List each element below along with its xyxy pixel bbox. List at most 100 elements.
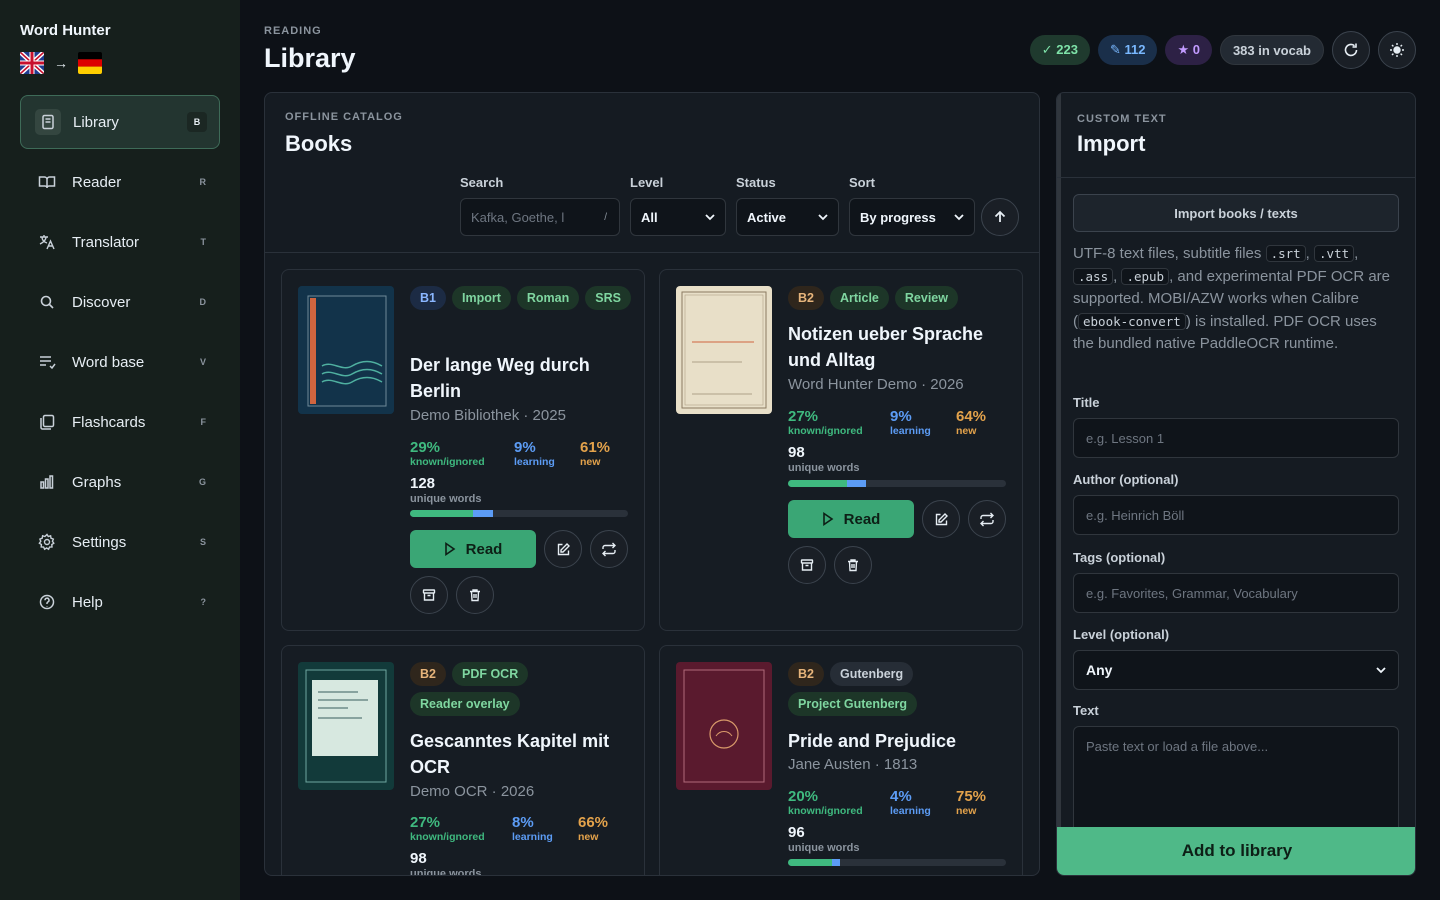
sort-value: By progress bbox=[860, 209, 936, 225]
search-placeholder: Kafka, Goethe, l bbox=[471, 209, 565, 225]
theme-toggle-button[interactable] bbox=[1378, 31, 1416, 69]
add-to-library-button[interactable]: Add to library bbox=[1057, 827, 1415, 875]
books-panel: OFFLINE CATALOG Books Search Kafka, Goet… bbox=[264, 92, 1040, 876]
level-badge: B2 bbox=[410, 662, 446, 686]
title-input[interactable]: e.g. Lesson 1 bbox=[1073, 418, 1399, 458]
play-icon bbox=[444, 542, 456, 556]
status-label: Status bbox=[736, 175, 776, 190]
tags-input[interactable]: e.g. Favorites, Grammar, Vocabulary bbox=[1073, 573, 1399, 613]
search-input[interactable]: Kafka, Goethe, l / bbox=[460, 198, 620, 236]
stats-bar: ✓ 223 ✎ 112 ★ 0 383 in vocab bbox=[1029, 31, 1416, 69]
book-card[interactable]: B2 Gutenberg Project Gutenberg Pride and… bbox=[659, 645, 1023, 875]
sort-select[interactable]: By progress bbox=[849, 198, 975, 236]
import-description: UTF-8 text files, subtitle files .srt, .… bbox=[1073, 245, 1391, 353]
sidebar-item-graphs[interactable]: Graphs G bbox=[20, 455, 220, 509]
sidebar-item-translator[interactable]: Translator T bbox=[20, 215, 220, 269]
language-pair[interactable]: → bbox=[20, 52, 102, 74]
read-button[interactable]: Read bbox=[788, 500, 914, 538]
sidebar-item-help[interactable]: Help ? bbox=[20, 575, 220, 629]
sort-label: Sort bbox=[849, 175, 875, 190]
refresh-button[interactable] bbox=[1332, 31, 1370, 69]
tag-badge: SRS bbox=[585, 286, 631, 310]
archive-icon bbox=[800, 559, 814, 571]
tag-badge: Review bbox=[894, 286, 958, 310]
book-meta: Demo Bibliothek · 2025 bbox=[410, 407, 566, 424]
sort-direction-button[interactable] bbox=[981, 198, 1019, 236]
sidebar-item-flashcards[interactable]: Flashcards F bbox=[20, 395, 220, 449]
starred-count-badge: ★ 0 bbox=[1165, 35, 1212, 65]
level-select[interactable]: All bbox=[630, 198, 726, 236]
sidebar-item-label: Graphs bbox=[72, 473, 122, 491]
sidebar-item-reader[interactable]: Reader R bbox=[20, 155, 220, 209]
bar-chart-icon bbox=[34, 469, 60, 495]
book-cover bbox=[676, 286, 772, 414]
app-name: Word Hunter bbox=[20, 22, 111, 39]
sidebar-item-settings[interactable]: Settings S bbox=[20, 515, 220, 569]
catalog-eyebrow: OFFLINE CATALOG bbox=[285, 111, 403, 123]
title-label: Title bbox=[1073, 395, 1100, 410]
new-stat: 66% new bbox=[578, 814, 609, 843]
edit-button[interactable] bbox=[922, 500, 960, 538]
author-input[interactable]: e.g. Heinrich Böll bbox=[1073, 495, 1399, 535]
shortcut-key: G bbox=[198, 477, 206, 487]
import-books-button[interactable]: Import books / texts bbox=[1073, 194, 1399, 232]
sidebar-item-word-base[interactable]: Word base V bbox=[20, 335, 220, 389]
tag-badge: Import bbox=[451, 286, 511, 310]
unique-words: 98 unique words bbox=[410, 850, 482, 876]
tag-badge: Project Gutenberg bbox=[788, 692, 918, 716]
switch-button[interactable] bbox=[968, 500, 1006, 538]
book-badges: B1 Import Roman SRS bbox=[410, 286, 635, 310]
search-filter: Search Kafka, Goethe, l / bbox=[460, 175, 620, 236]
status-select[interactable]: Active bbox=[736, 198, 839, 236]
catalog-title: Books bbox=[285, 131, 353, 156]
level-badge: B1 bbox=[410, 286, 446, 310]
book-card[interactable]: B1 Import Roman SRS Der lange Weg durch … bbox=[281, 269, 645, 631]
import-title: Import bbox=[1077, 131, 1146, 156]
sidebar-item-library[interactable]: Library B bbox=[20, 95, 220, 149]
new-stat: 61% new bbox=[580, 439, 611, 468]
refresh-icon bbox=[1344, 43, 1358, 57]
shortcut-key: D bbox=[199, 297, 207, 307]
book-meta: Demo OCR · 2026 bbox=[410, 783, 535, 800]
search-icon bbox=[34, 289, 60, 315]
unique-words: 96 unique words bbox=[788, 824, 860, 854]
sidebar-item-label: Flashcards bbox=[72, 413, 146, 431]
status-filter: Status Active bbox=[736, 175, 839, 236]
new-stat: 75% new bbox=[956, 788, 987, 817]
chevron-down-icon bbox=[1376, 667, 1386, 674]
known-stat: 20% known/ignored bbox=[788, 788, 863, 817]
known-count-badge: ✓ 223 bbox=[1029, 35, 1090, 65]
switch-button[interactable] bbox=[590, 530, 628, 568]
archive-button[interactable] bbox=[788, 546, 826, 584]
book-card[interactable]: B2 Article Review Notizen ueber Sprache … bbox=[659, 269, 1023, 631]
archive-button[interactable] bbox=[410, 576, 448, 614]
status-value: Active bbox=[747, 209, 787, 225]
sidebar-item-label: Library bbox=[73, 113, 119, 131]
play-icon bbox=[822, 512, 834, 526]
vocab-count-badge: 383 in vocab bbox=[1219, 35, 1324, 65]
level-value: All bbox=[641, 209, 658, 225]
arrow-up-icon bbox=[994, 210, 1006, 222]
read-button[interactable]: Read bbox=[410, 530, 536, 568]
book-badges: B2 Article Review bbox=[788, 286, 1013, 310]
book-badges: B2 PDF OCR Reader overlay bbox=[410, 662, 635, 716]
level-select[interactable]: Any bbox=[1073, 650, 1399, 690]
delete-button[interactable] bbox=[834, 546, 872, 584]
progress-bar bbox=[788, 480, 1006, 487]
book-badges: B2 Gutenberg Project Gutenberg bbox=[788, 662, 1013, 716]
delete-button[interactable] bbox=[456, 576, 494, 614]
trash-icon bbox=[470, 589, 480, 602]
sun-icon bbox=[1390, 43, 1404, 57]
edit-button[interactable] bbox=[544, 530, 582, 568]
book-cover bbox=[298, 286, 394, 414]
scrollbar[interactable] bbox=[1057, 93, 1061, 875]
sidebar-item-discover[interactable]: Discover D bbox=[20, 275, 220, 329]
book-card[interactable]: B2 PDF OCR Reader overlay Gescanntes Kap… bbox=[281, 645, 645, 876]
learning-stat: 9% learning bbox=[890, 408, 931, 437]
edit-icon bbox=[935, 512, 948, 525]
sidebar-nav: Library B Reader R Translator T Discover… bbox=[20, 95, 220, 635]
tag-badge: Article bbox=[829, 286, 889, 310]
help-icon bbox=[34, 589, 60, 615]
shortcut-key: F bbox=[200, 417, 207, 427]
text-label: Text bbox=[1073, 703, 1099, 718]
